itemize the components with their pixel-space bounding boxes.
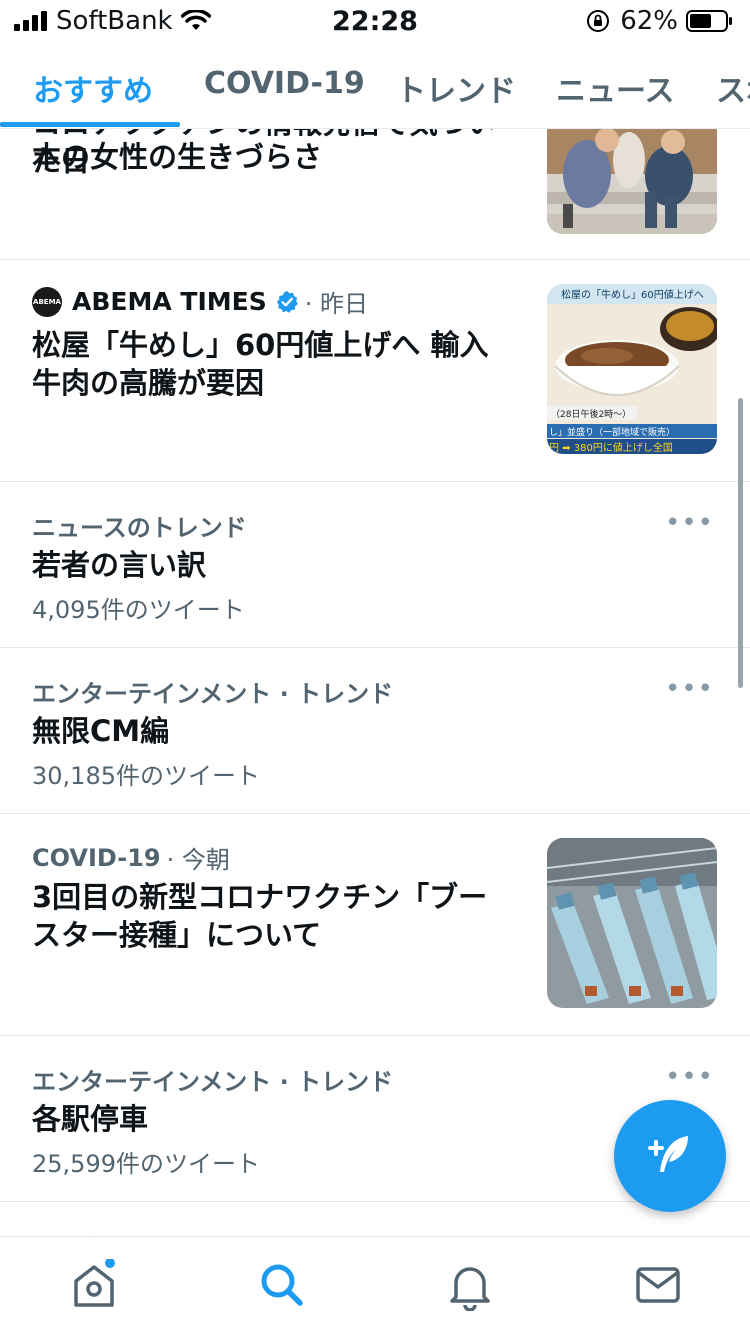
scrollbar[interactable] xyxy=(738,398,743,688)
nav-notifications[interactable] xyxy=(444,1259,496,1312)
battery-percent: 62% xyxy=(620,6,678,36)
news-headline-line: 本の女性の生きづらさ xyxy=(32,140,323,174)
tab-covid19[interactable]: COVID-19 xyxy=(204,66,365,101)
battery-icon xyxy=(686,10,732,32)
trend-tweet-count: 30,185件のツイート xyxy=(32,762,260,790)
news-meta: COVID-19 · 今朝 xyxy=(32,840,230,875)
trend-tweet-count: 25,599件のツイート xyxy=(32,1150,260,1178)
bell-icon xyxy=(450,1267,490,1312)
nav-messages[interactable] xyxy=(632,1259,684,1311)
divider xyxy=(0,813,750,814)
status-right: 62% xyxy=(586,6,734,36)
nav-home[interactable] xyxy=(68,1258,120,1311)
bottom-tab-bar xyxy=(0,1236,750,1335)
divider xyxy=(0,481,750,482)
thumb-caption-bot: し」並盛り（一部地域で販売） xyxy=(549,426,675,438)
thumb-caption-top: 松屋の「牛めし」60円値上げへ xyxy=(561,288,704,301)
more-dots-icon[interactable]: ••• xyxy=(665,508,714,538)
verified-badge-icon xyxy=(276,290,298,313)
news-headline: 松屋「牛めし」60円値上げへ 輸入牛肉の高騰が要因 xyxy=(32,328,489,400)
trend-title: 無限CM編 xyxy=(32,714,170,748)
news-time: · 今朝 xyxy=(166,846,230,874)
tab-news[interactable]: ニュース xyxy=(556,66,675,110)
trend-title: 各駅停車 xyxy=(32,1102,149,1136)
more-dots-icon[interactable]: ••• xyxy=(665,674,714,704)
abema-logo-icon: ABEMA xyxy=(32,286,62,317)
news-source: COVID-19 xyxy=(32,843,161,872)
trend-category: エンターテインメント · トレンド xyxy=(32,680,394,708)
thumb-caption-mid: （28日午後2時～） xyxy=(551,408,631,420)
divider xyxy=(0,647,750,648)
home-icon xyxy=(74,1258,115,1307)
compose-tweet-icon xyxy=(648,1136,688,1172)
news-source: ABEMA TIMES xyxy=(72,287,267,316)
divider xyxy=(0,1035,750,1036)
tab-sports[interactable]: スポ xyxy=(716,66,750,110)
trend-title: 若者の言い訳 xyxy=(32,548,207,582)
tab-recommended[interactable]: おすすめ xyxy=(33,66,153,110)
divider xyxy=(0,259,750,260)
orientation-lock-icon xyxy=(587,10,610,32)
news-thumbnail xyxy=(547,838,717,1008)
search-icon xyxy=(261,1264,303,1306)
mail-icon xyxy=(636,1267,680,1303)
status-bar: SoftBank 22:28 62% xyxy=(0,0,750,42)
news-meta: ABEMA ABEMA TIMES · 昨日 xyxy=(32,284,368,319)
trend-tweet-count: 4,095件のツイート xyxy=(32,596,245,624)
compose-tweet-button[interactable] xyxy=(614,1100,726,1212)
news-headline: 3回目の新型コロナワクチン「ブースター接種」について xyxy=(32,880,488,952)
thumb-caption-price: 円 ➡ 380円に値上げし全国 xyxy=(549,441,673,454)
new-content-dot xyxy=(105,1258,115,1268)
gyumeshi-photo-image: 松屋の「牛めし」60円値上げへ （28日午後2時～） し」並盛り（一部地域で販売… xyxy=(547,284,717,454)
nav-search[interactable] xyxy=(256,1259,308,1311)
more-dots-icon[interactable]: ••• xyxy=(665,1062,714,1092)
tab-trend[interactable]: トレンド xyxy=(396,66,516,110)
trend-category: ニュースのトレンド xyxy=(32,514,247,542)
syringes-photo-image xyxy=(547,838,717,1008)
news-thumbnail: 松屋の「牛めし」60円値上げへ （28日午後2時～） し」並盛り（一部地域で販売… xyxy=(547,284,717,454)
active-tab-indicator xyxy=(0,122,180,127)
news-time: · 昨日 xyxy=(304,290,368,318)
trend-category: エンターテインメント · トレンド xyxy=(32,1068,394,1096)
explore-tabs: おすすめ COVID-19 トレンド ニュース スポ xyxy=(0,42,750,129)
